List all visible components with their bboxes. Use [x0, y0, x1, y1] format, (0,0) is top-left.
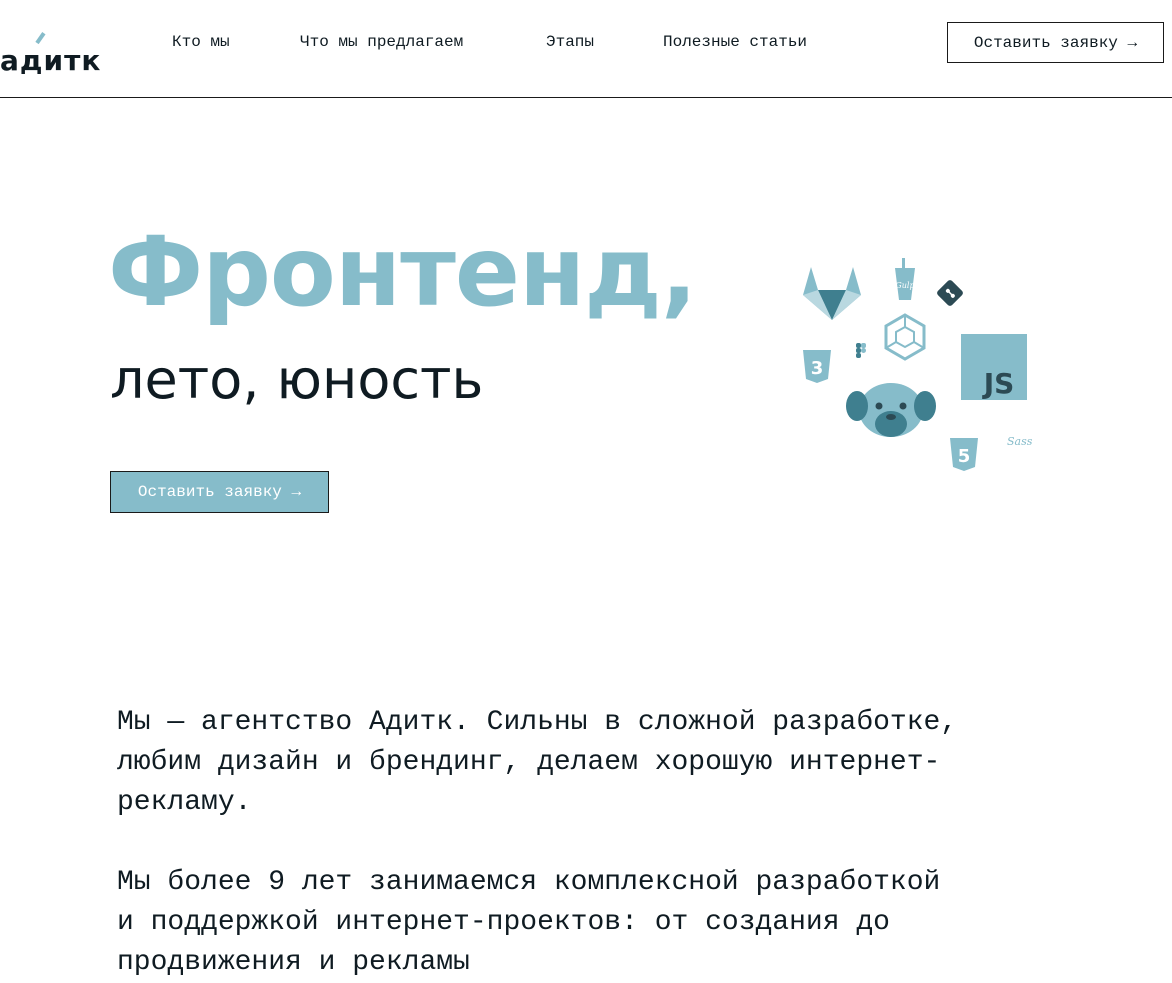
gulp-icon: Gulp	[895, 258, 915, 300]
svg-text:3: 3	[811, 358, 824, 379]
hero-subtitle: лето, юность	[110, 348, 484, 411]
svg-text:JS: JS	[982, 367, 1015, 400]
git-icon	[937, 280, 963, 306]
svg-text:Sass: Sass	[1007, 435, 1033, 448]
site-header: адитк Кто мы Что мы предлагаем Этапы Пол…	[0, 0, 1172, 98]
nav-item-what-we-offer[interactable]: Что мы предлагаем	[300, 33, 463, 51]
hero-title: Фронтенд,	[108, 216, 697, 328]
svg-text:5: 5	[958, 446, 971, 467]
nav-item-stages[interactable]: Этапы	[546, 33, 594, 51]
sass-icon: Sass	[1007, 435, 1033, 448]
hero-request-button[interactable]: Оставить заявку →	[110, 471, 329, 513]
html5-icon: 5	[950, 438, 978, 471]
css3-icon: 3	[803, 350, 831, 383]
logo-accent-mark	[35, 32, 46, 45]
tech-stack-illustration: Gulp 3 JS 5 Sass	[803, 258, 1033, 471]
nav-item-articles[interactable]: Полезные статьи	[663, 33, 807, 51]
webpack-icon	[884, 313, 926, 361]
gitlab-icon	[803, 267, 861, 320]
svg-text:Gulp: Gulp	[895, 281, 914, 290]
header-request-button[interactable]: Оставить заявку →	[947, 22, 1164, 63]
pug-icon	[846, 383, 936, 437]
nav-item-who-we-are[interactable]: Кто мы	[172, 33, 230, 51]
about-paragraph-2: Мы более 9 лет занимаемся комплексной ра…	[117, 867, 941, 978]
javascript-icon: JS	[961, 334, 1027, 400]
figma-icon	[856, 343, 866, 358]
logo-text: адитк	[0, 44, 102, 77]
about-paragraph-1: Мы — агентство Адитк. Сильны в сложной р…	[117, 707, 958, 818]
